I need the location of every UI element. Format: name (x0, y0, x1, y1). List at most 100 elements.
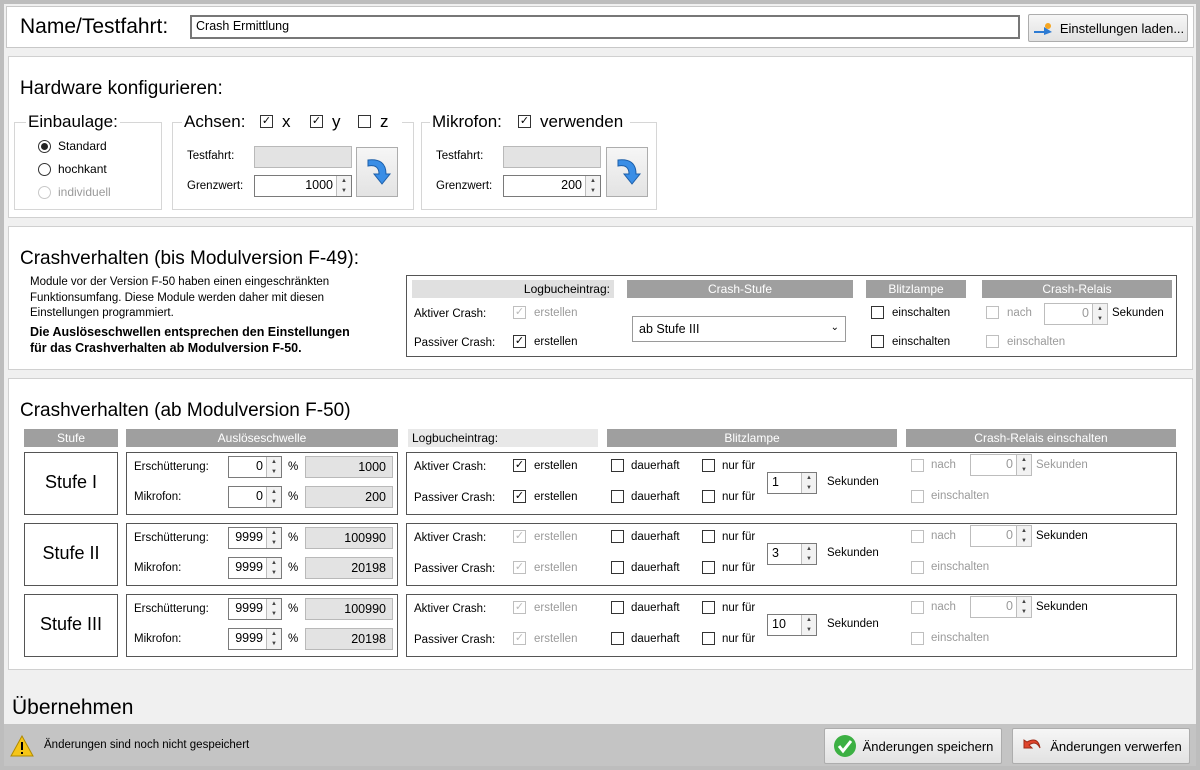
mikrofon-abs: 200 (305, 486, 393, 508)
blitz-passiv-nurfuer-checkbox[interactable] (702, 632, 715, 645)
mikrofon-label: Mikrofon: (134, 633, 182, 645)
blitz-passiv-nurfuer-checkbox[interactable] (702, 561, 715, 574)
achsen-refresh-button[interactable] (356, 147, 398, 197)
relais-einschalten-checkbox[interactable] (911, 632, 924, 645)
blitz-sekunden-spinner[interactable]: ▲ ▼ (801, 473, 816, 493)
passiv-erstellen-checkbox[interactable]: ✓ (513, 561, 526, 574)
crash-old-relais-einschalten-checkbox[interactable] (986, 335, 999, 348)
erschuetterung-value: 9999 (235, 530, 263, 544)
mikrofon-spinner[interactable]: ▲ ▼ (266, 629, 281, 649)
blitz-aktiv-dauerhaft-checkbox[interactable] (611, 459, 624, 472)
crash-stufe-select[interactable]: ab Stufe III ⌄ (632, 316, 846, 342)
axis-z-checkbox[interactable] (358, 115, 371, 128)
erschuetterung-percent: % (288, 603, 299, 615)
mikrofon-input[interactable]: 9999 ▲ ▼ (228, 628, 282, 650)
relais-einschalten-checkbox[interactable] (911, 561, 924, 574)
crash-old-info-bold-2: für das Crashverhalten ab Modulversion F… (30, 341, 302, 355)
relais-nach-checkbox[interactable] (911, 530, 924, 543)
passiv-erstellen-checkbox[interactable]: ✓ (513, 632, 526, 645)
axis-y-checkbox[interactable]: ✓ (310, 115, 323, 128)
warning-icon (10, 735, 34, 757)
mikrofon-label: Mikrofon: (432, 112, 502, 131)
aktiv-erstellen-label: erstellen (534, 531, 578, 543)
crash-old-aktiv-checkbox[interactable]: ✓ (513, 306, 526, 319)
crash-old-blitz-1-checkbox[interactable] (871, 306, 884, 319)
relais-nach-input[interactable]: 0 ▲ ▼ (970, 525, 1032, 547)
relais-nach-label: nach (931, 530, 956, 542)
erschuetterung-input[interactable]: 0 ▲ ▼ (228, 456, 282, 478)
achsen-grenzwert-input[interactable]: 1000 ▲ ▼ (254, 175, 352, 197)
erschuetterung-value: 9999 (235, 601, 263, 615)
erschuetterung-input[interactable]: 9999 ▲ ▼ (228, 598, 282, 620)
crash-old-relais-nach-input[interactable]: 0 ▲ ▼ (1044, 303, 1108, 325)
relais-nach-spinner[interactable]: ▲ ▼ (1016, 455, 1031, 475)
load-settings-button[interactable]: Einstellungen laden... (1028, 14, 1188, 42)
blitz-passiv-nurfuer-checkbox[interactable] (702, 490, 715, 503)
radio-standard[interactable] (38, 140, 51, 153)
crash-new-header-log: Logbucheintrag: (408, 429, 598, 447)
blitz-passiv-dauerhaft-checkbox[interactable] (611, 632, 624, 645)
blitz-sekunden-spinner[interactable]: ▲ ▼ (801, 544, 816, 564)
radio-individuell[interactable] (38, 186, 51, 199)
erschuetterung-value: 0 (256, 459, 263, 473)
mikrofon-grenzwert-input[interactable]: 200 ▲ ▼ (503, 175, 601, 197)
mikrofon-grenzwert-spinner[interactable]: ▲ ▼ (585, 176, 600, 196)
aktiv-erstellen-checkbox[interactable]: ✓ (513, 601, 526, 614)
crash-old-info-bold-1: Die Auslöseschwellen entsprechen den Ein… (30, 325, 350, 339)
stufe-name: Stufe I (44, 472, 98, 492)
radio-hochkant[interactable] (38, 163, 51, 176)
discard-button[interactable]: Änderungen verwerfen (1012, 728, 1190, 764)
blitz-passiv-dauerhaft-checkbox[interactable] (611, 490, 624, 503)
relais-nach-input[interactable]: 0 ▲ ▼ (970, 596, 1032, 618)
blitz-sekunden-value: 3 (772, 546, 779, 560)
blitz-passiv-dauerhaft-checkbox[interactable] (611, 561, 624, 574)
passiv-erstellen-checkbox[interactable]: ✓ (513, 490, 526, 503)
crash-old-blitz-2-checkbox[interactable] (871, 335, 884, 348)
blitz-aktiv-dauerhaft-checkbox[interactable] (611, 530, 624, 543)
relais-nach-checkbox[interactable] (911, 459, 924, 472)
achsen-label: Achsen: (184, 112, 246, 131)
relais-nach-input[interactable]: 0 ▲ ▼ (970, 454, 1032, 476)
aktiv-erstellen-checkbox[interactable]: ✓ (513, 459, 526, 472)
blitz-sekunden-input[interactable]: 10 ▲ ▼ (767, 614, 817, 636)
blitz-sekunden-value: 10 (772, 617, 786, 631)
mikrofon-label: Mikrofon: (134, 491, 182, 503)
name-input[interactable]: Crash Ermittlung (190, 15, 1020, 39)
mikrofon-refresh-button[interactable] (606, 147, 648, 197)
blitz-sekunden-spinner[interactable]: ▲ ▼ (801, 615, 816, 635)
mikrofon-percent: % (288, 633, 299, 645)
aktiv-erstellen-label: erstellen (534, 460, 578, 472)
mikrofon-input[interactable]: 0 ▲ ▼ (228, 486, 282, 508)
blitz-aktiv-nurfuer-checkbox[interactable] (702, 459, 715, 472)
crash-old-relais-nach-checkbox[interactable] (986, 306, 999, 319)
mikrofon-spinner[interactable]: ▲ ▼ (266, 558, 281, 578)
crash-old-passiv-checkbox[interactable]: ✓ (513, 335, 526, 348)
achsen-grenzwert-spinner[interactable]: ▲ ▼ (336, 176, 351, 196)
mikrofon-spinner[interactable]: ▲ ▼ (266, 487, 281, 507)
blitz-sekunden-input[interactable]: 3 ▲ ▼ (767, 543, 817, 565)
erschuetterung-percent: % (288, 532, 299, 544)
blitz-aktiv-dauerhaft-checkbox[interactable] (611, 601, 624, 614)
relais-nach-checkbox[interactable] (911, 601, 924, 614)
relais-einschalten-checkbox[interactable] (911, 490, 924, 503)
erschuetterung-input[interactable]: 9999 ▲ ▼ (228, 527, 282, 549)
save-button[interactable]: Änderungen speichern (824, 728, 1002, 764)
erschuetterung-spinner[interactable]: ▲ ▼ (266, 599, 281, 619)
status-message: Änderungen sind noch nicht gespeichert (44, 739, 250, 751)
axis-x-checkbox[interactable]: ✓ (260, 115, 273, 128)
aktiv-label: Aktiver Crash: (414, 603, 487, 615)
crash-old-title: Crashverhalten (bis Modulversion F-49): (20, 248, 359, 269)
aktiv-erstellen-checkbox[interactable]: ✓ (513, 530, 526, 543)
crash-old-relais-spinner[interactable]: ▲ ▼ (1092, 304, 1107, 324)
erschuetterung-spinner[interactable]: ▲ ▼ (266, 457, 281, 477)
mikrofon-input[interactable]: 9999 ▲ ▼ (228, 557, 282, 579)
mikrofon-checkbox[interactable]: ✓ (518, 115, 531, 128)
relais-nach-spinner[interactable]: ▲ ▼ (1016, 526, 1031, 546)
mikrofon-grenzwert-value: 200 (561, 178, 582, 192)
blitz-aktiv-nurfuer-checkbox[interactable] (702, 601, 715, 614)
blitz-aktiv-nurfuer-checkbox[interactable] (702, 530, 715, 543)
blitz-sekunden-input[interactable]: 1 ▲ ▼ (767, 472, 817, 494)
relais-nach-spinner[interactable]: ▲ ▼ (1016, 597, 1031, 617)
blitz-passiv-nurfuer-label: nur für (722, 633, 756, 645)
erschuetterung-spinner[interactable]: ▲ ▼ (266, 528, 281, 548)
